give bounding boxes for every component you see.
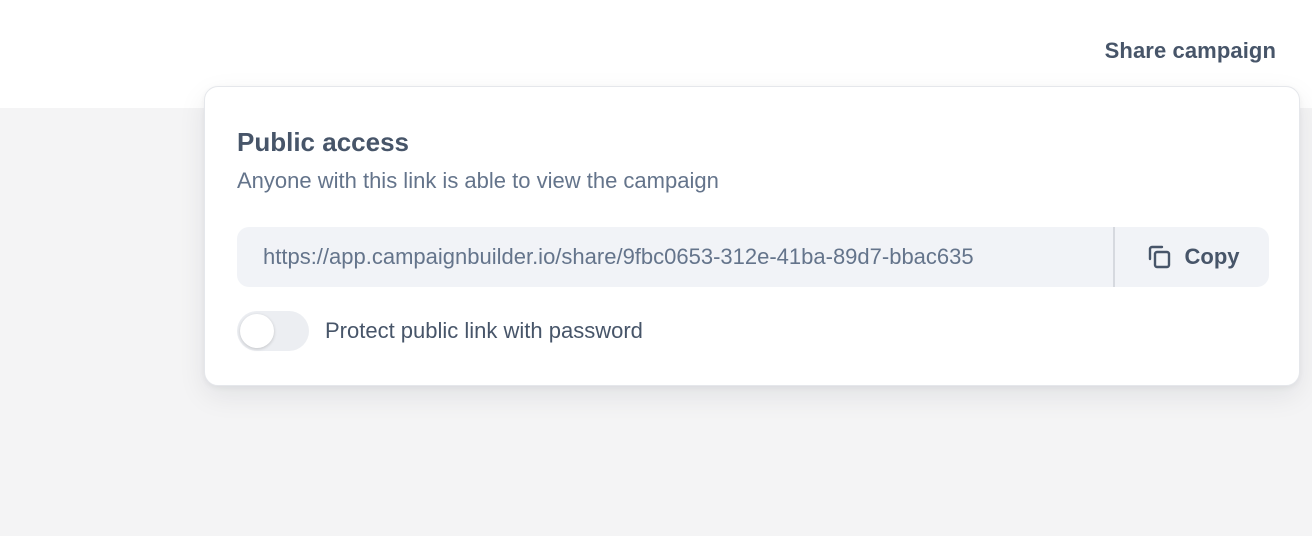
share-popover: Public access Anyone with this link is a… [204, 86, 1300, 386]
toggle-knob [240, 314, 274, 348]
password-toggle-row: Protect public link with password [237, 311, 643, 351]
password-toggle[interactable] [237, 311, 309, 351]
popover-subtitle: Anyone with this link is able to view th… [237, 168, 719, 193]
password-toggle-label: Protect public link with password [325, 318, 643, 343]
share-link-input[interactable] [237, 227, 1113, 287]
copy-label: Copy [1184, 244, 1240, 269]
popover-title: Public access [237, 127, 409, 157]
share-link-row: Copy [237, 227, 1269, 287]
copy-icon [1145, 242, 1175, 272]
copy-link-button[interactable]: Copy [1115, 227, 1269, 287]
share-campaign-button[interactable]: Share campaign [1105, 38, 1276, 64]
